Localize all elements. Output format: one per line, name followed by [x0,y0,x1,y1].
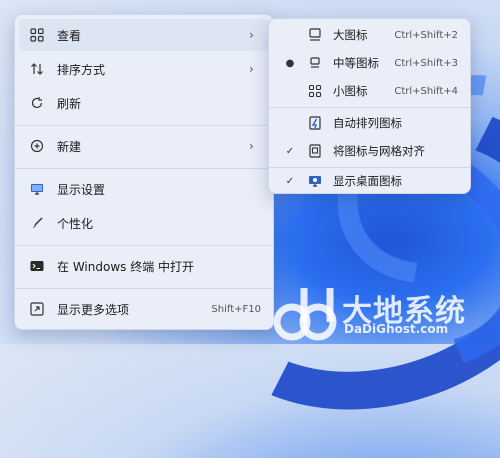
menu-item-new[interactable]: 新建 › [19,130,269,162]
submenu-item-label: 大图标 [333,28,368,42]
shortcut-label: Ctrl+Shift+4 [394,85,458,97]
submenu-item-auto-arrange[interactable]: 自动排列图标 [273,109,466,137]
more-options-icon [29,301,45,317]
add-circle-icon [29,138,45,154]
view-submenu: 大图标 Ctrl+Shift+2 ● 中等图标 Ctrl+Shift+3 小图标… [268,18,471,194]
menu-divider [15,125,273,126]
watermark-subtext: DaDiGhost.com [344,322,449,336]
watermark-logo-icon [273,288,337,341]
submenu-item-label: 中等图标 [333,56,379,70]
shortcut-label: Ctrl+Shift+3 [394,57,458,69]
auto-arrange-icon [307,115,323,131]
sort-icon [29,61,45,77]
menu-divider [15,245,273,246]
menu-item-label: 排序方式 [57,62,106,77]
refresh-icon [29,95,45,111]
brush-icon [29,215,45,231]
menu-item-label: 新建 [57,139,82,154]
checkmark-icon: ✓ [285,175,295,187]
submenu-item-large-icons[interactable]: 大图标 Ctrl+Shift+2 [273,21,466,49]
submenu-item-align-to-grid[interactable]: ✓ 将图标与网格对齐 [273,137,466,165]
align-grid-icon [307,143,323,159]
display-icon [29,181,45,197]
shortcut-label: Shift+F10 [211,303,261,315]
menu-item-label: 在 Windows 终端 中打开 [57,259,195,274]
menu-item-label: 显示设置 [57,182,106,197]
menu-item-personalize[interactable]: 个性化 [19,207,269,239]
show-desktop-icon [307,173,323,189]
shortcut-label: Ctrl+Shift+2 [394,29,458,41]
radio-selected-dot: ● [285,57,295,69]
chevron-right-icon: › [249,62,254,76]
menu-item-label: 个性化 [57,216,94,231]
menu-item-display-settings[interactable]: 显示设置 [19,173,269,205]
submenu-item-show-desktop-icons[interactable]: ✓ 显示桌面图标 [273,167,466,195]
submenu-item-label: 自动排列图标 [333,116,402,130]
submenu-item-label: 将图标与网格对齐 [333,144,425,158]
menu-item-refresh[interactable]: 刷新 [19,87,269,119]
menu-item-open-terminal[interactable]: 在 Windows 终端 中打开 [19,250,269,282]
desktop-context-menu: 查看 › 排序方式 › 刷新 新建 › 显示设置 个性化 在 Windows 终… [14,14,274,330]
large-icons-icon [307,27,323,43]
grid-icon [29,27,45,43]
checkmark-icon: ✓ [285,145,295,157]
submenu-item-medium-icons[interactable]: ● 中等图标 Ctrl+Shift+3 [273,49,466,77]
submenu-item-label: 小图标 [333,84,368,98]
chevron-right-icon: › [249,139,254,153]
small-icons-icon [307,83,323,99]
menu-item-label: 显示更多选项 [57,302,130,317]
submenu-item-small-icons[interactable]: 小图标 Ctrl+Shift+4 [273,77,466,105]
chevron-right-icon: › [249,28,254,42]
menu-item-label: 查看 [57,28,82,43]
submenu-item-label: 显示桌面图标 [333,174,402,188]
menu-divider [269,107,470,108]
menu-divider [15,168,273,169]
menu-divider [15,288,273,289]
menu-item-show-more-options[interactable]: 显示更多选项 Shift+F10 [19,293,269,325]
menu-item-view[interactable]: 查看 › [19,19,269,51]
menu-item-sort-by[interactable]: 排序方式 › [19,53,269,85]
watermark: 大地系统 DaDiGhost.com [272,284,500,344]
terminal-icon [29,258,45,274]
medium-icons-icon [307,55,323,71]
menu-item-label: 刷新 [57,96,82,111]
